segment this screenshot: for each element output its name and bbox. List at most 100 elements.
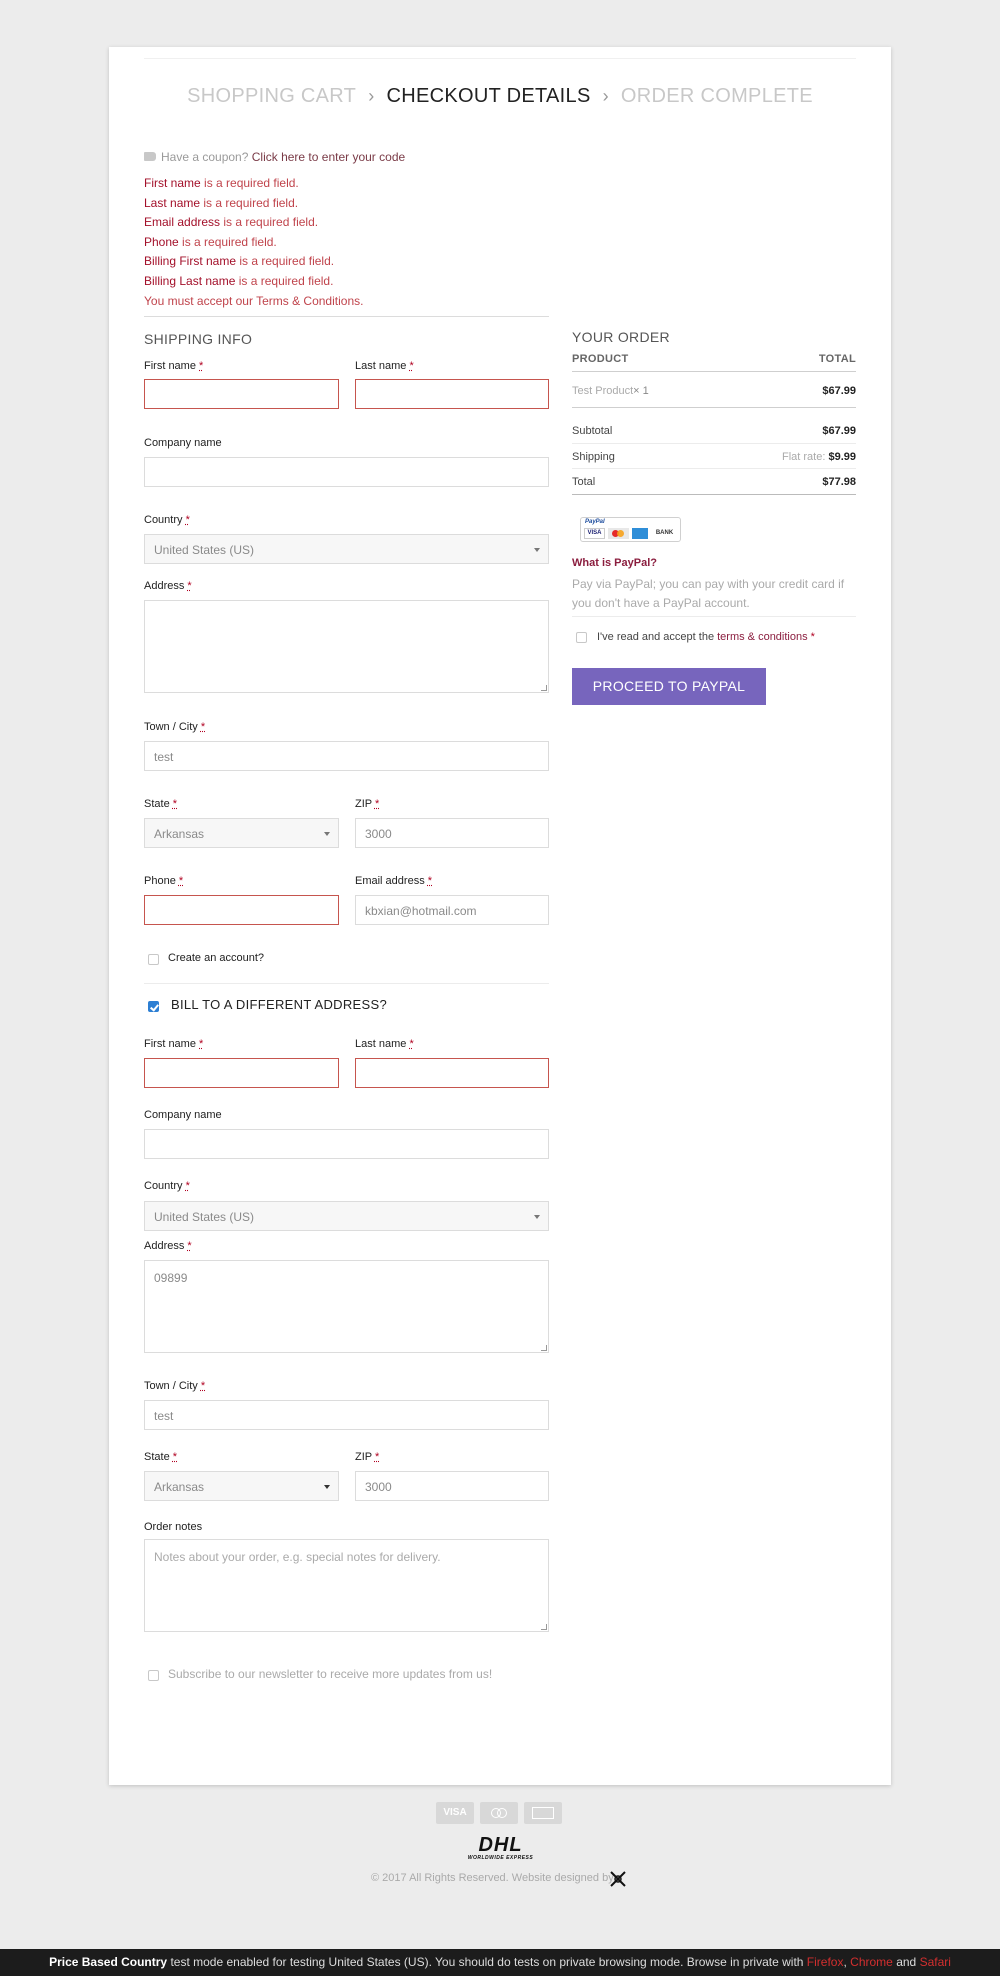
zip-label: ZIP * xyxy=(355,798,380,810)
proceed-to-paypal-button[interactable]: PROCEED TO PAYPAL xyxy=(572,668,766,705)
total-row: Total $77.98 xyxy=(572,476,856,488)
last-name-label: Last name * xyxy=(355,360,414,372)
order-header-row: PRODUCT TOTAL xyxy=(572,353,856,365)
newsletter-checkbox[interactable] xyxy=(148,1670,159,1681)
order-product-row: Test Product× 1 $67.99 xyxy=(572,385,856,397)
billing-zip-label: ZIP * xyxy=(355,1451,380,1463)
company-label: Company name xyxy=(144,437,222,449)
billing-first-name-input[interactable] xyxy=(144,1058,339,1088)
error-list: First name is a required field. Last nam… xyxy=(144,174,363,311)
country-select[interactable]: United States (US) xyxy=(144,534,549,564)
bill-different-checkbox[interactable] xyxy=(148,1001,159,1012)
notice-text: test mode enabled for testing United Sta… xyxy=(167,1955,807,1969)
billing-last-name-input[interactable] xyxy=(355,1058,549,1088)
tag-icon xyxy=(144,152,156,161)
amex-icon xyxy=(632,528,648,539)
coupon-prompt: Have a coupon? xyxy=(161,150,249,164)
billing-address-label: Address * xyxy=(144,1240,192,1252)
billing-town-input[interactable]: test xyxy=(144,1400,549,1430)
chrome-link[interactable]: Chrome xyxy=(850,1955,893,1969)
bill-different-label[interactable]: BILL TO A DIFFERENT ADDRESS? xyxy=(171,997,387,1012)
billing-first-name-label: First name * xyxy=(144,1038,204,1050)
bank-icon: BANK xyxy=(655,530,674,536)
phone-label: Phone * xyxy=(144,875,184,887)
top-divider xyxy=(144,58,856,59)
step-checkout-details: CHECKOUT DETAILS xyxy=(386,85,591,108)
billing-last-name-label: Last name * xyxy=(355,1038,414,1050)
company-input[interactable] xyxy=(144,457,549,487)
visa-icon: VISA xyxy=(584,528,605,539)
designer-logo-icon[interactable] xyxy=(609,1870,627,1888)
test-mode-notice-bar: Price Based Country test mode enabled fo… xyxy=(0,1949,1000,1976)
terms-checkbox[interactable] xyxy=(576,632,587,643)
billing-company-label: Company name xyxy=(144,1109,222,1121)
chevron-right-icon: › xyxy=(368,86,375,107)
divider xyxy=(572,443,856,444)
last-name-input[interactable] xyxy=(355,379,549,409)
state-select[interactable]: Arkansas xyxy=(144,818,339,848)
resize-grip-icon[interactable] xyxy=(541,1624,547,1630)
billing-company-input[interactable] xyxy=(144,1129,549,1159)
amex-card-icon xyxy=(524,1802,562,1824)
zip-input[interactable]: 3000 xyxy=(355,818,549,848)
email-input[interactable]: kbxian@hotmail.com xyxy=(355,895,549,925)
safari-link[interactable]: Safari xyxy=(920,1955,951,1969)
your-order-title: YOUR ORDER xyxy=(572,329,670,345)
paypal-description: Pay via PayPal; you can pay with your cr… xyxy=(572,577,845,610)
first-name-input[interactable] xyxy=(144,379,339,409)
country-label: Country * xyxy=(144,514,190,526)
email-label: Email address * xyxy=(355,875,433,887)
caret-down-icon xyxy=(534,1215,540,1219)
mastercard-icon xyxy=(608,528,629,539)
resize-grip-icon[interactable] xyxy=(541,1345,547,1351)
step-shopping-cart[interactable]: SHOPPING CART xyxy=(187,85,356,108)
create-account-checkbox[interactable] xyxy=(148,954,159,965)
create-account-label[interactable]: Create an account? xyxy=(168,952,264,964)
divider xyxy=(572,616,856,617)
what-is-paypal-link[interactable]: What is PayPal? xyxy=(572,557,657,569)
billing-town-label: Town / City * xyxy=(144,1380,206,1392)
divider xyxy=(572,494,856,495)
caret-down-icon xyxy=(324,832,330,836)
newsletter-label[interactable]: Subscribe to our newsletter to receive m… xyxy=(168,1667,492,1681)
error-item: Last name is a required field. xyxy=(144,195,299,210)
mastercard-card-icon xyxy=(480,1802,518,1824)
billing-country-select[interactable]: United States (US) xyxy=(144,1201,549,1231)
billing-state-select[interactable]: Arkansas xyxy=(144,1471,339,1501)
error-item: You must accept our Terms & Conditions. xyxy=(144,293,364,308)
checkout-card: SHOPPING CART › CHECKOUT DETAILS › ORDER COM… xyxy=(109,47,891,1785)
product-total: $67.99 xyxy=(822,385,856,397)
subtotal-value: $67.99 xyxy=(822,425,856,437)
total-value: $77.98 xyxy=(822,476,856,488)
address-label: Address * xyxy=(144,580,192,592)
town-label: Town / City * xyxy=(144,721,206,733)
shipping-method: Flat rate: xyxy=(782,451,826,463)
order-notes-textarea[interactable]: Notes about your order, e.g. special not… xyxy=(144,1539,549,1632)
phone-input[interactable] xyxy=(144,895,339,925)
coupon-link[interactable]: Click here to enter your code xyxy=(252,150,405,164)
product-name: Test Product xyxy=(572,385,634,397)
terms-link[interactable]: terms & conditions xyxy=(717,631,807,643)
notice-plugin-name: Price Based Country xyxy=(49,1955,168,1969)
paypal-accepted-badge: PayPal VISA BANK xyxy=(580,517,681,542)
billing-country-label: Country * xyxy=(144,1180,190,1192)
resize-grip-icon[interactable] xyxy=(541,685,547,691)
first-name-label: First name * xyxy=(144,360,204,372)
col-total: TOTAL xyxy=(818,353,856,365)
caret-down-icon xyxy=(324,1485,330,1489)
divider xyxy=(144,316,549,317)
state-label: State * xyxy=(144,798,178,810)
chevron-right-icon: › xyxy=(602,86,609,107)
paypal-logo: PayPal xyxy=(585,519,605,525)
subtotal-row: Subtotal $67.99 xyxy=(572,425,856,437)
billing-zip-input[interactable]: 3000 xyxy=(355,1471,549,1501)
step-order-complete: ORDER COMPLETE xyxy=(620,85,813,108)
billing-state-label: State * xyxy=(144,1451,178,1463)
firefox-link[interactable]: Firefox xyxy=(807,1955,844,1969)
billing-address-textarea[interactable]: 09899 xyxy=(144,1260,549,1353)
col-product: PRODUCT xyxy=(572,353,629,365)
town-input[interactable]: test xyxy=(144,741,549,771)
error-item: Phone is a required field. xyxy=(144,234,277,249)
error-item: Billing First name is a required field. xyxy=(144,254,335,269)
address-textarea[interactable] xyxy=(144,600,549,693)
